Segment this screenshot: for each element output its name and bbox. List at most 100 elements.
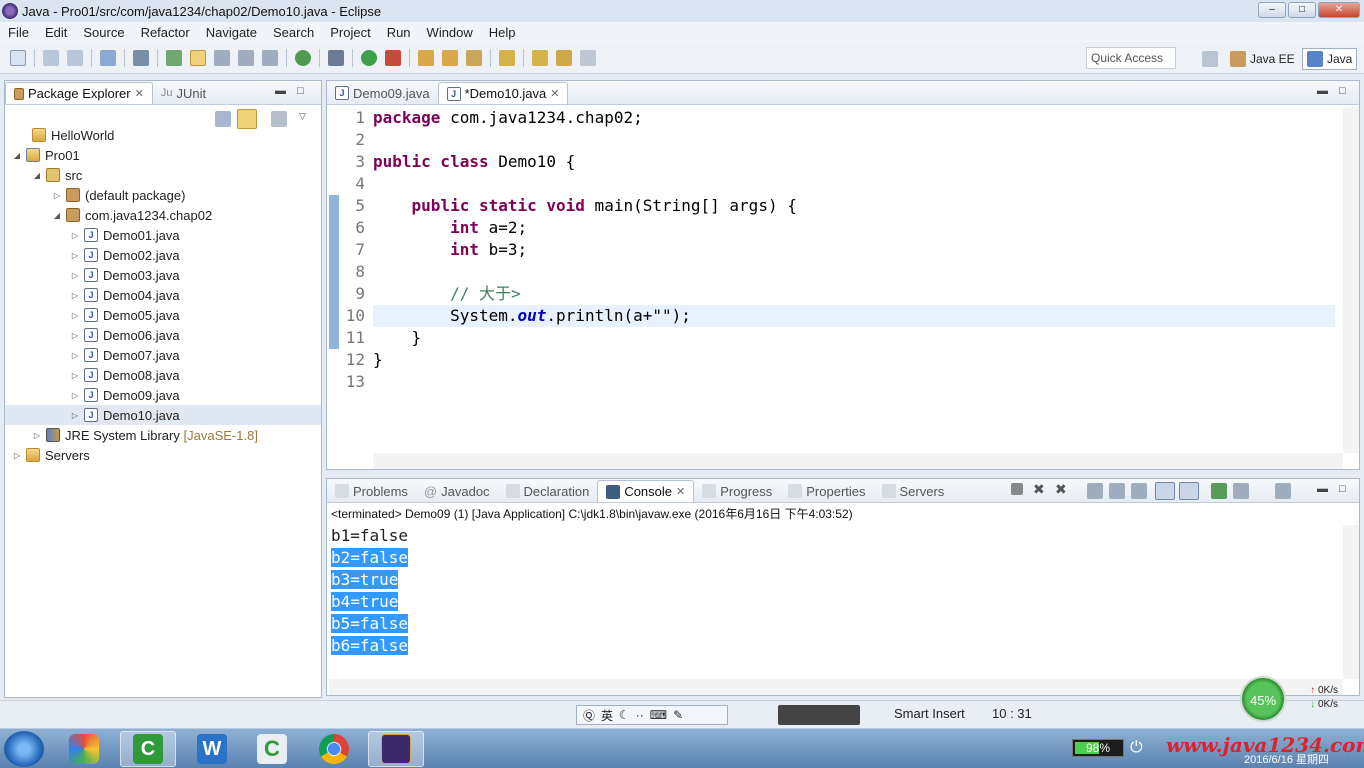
toggle-mark-icon[interactable] — [190, 49, 206, 66]
scroll-lock-icon[interactable] — [1109, 483, 1125, 499]
minimize-view-icon[interactable]: ▬ — [1317, 483, 1328, 495]
menu-navigate[interactable]: Navigate — [198, 25, 265, 40]
tree-item-demo03[interactable]: ▷ J Demo03.java — [5, 265, 321, 285]
open-folder-icon[interactable] — [442, 49, 458, 66]
tree-item-jre[interactable]: ▷ JRE System Library [JavaSE-1.8] — [5, 425, 321, 445]
tab-problems[interactable]: Problems — [327, 480, 416, 502]
search-tool-icon[interactable] — [466, 49, 482, 66]
pin-console-icon[interactable] — [1211, 483, 1227, 499]
view-menu-icon[interactable]: ▽ — [299, 111, 306, 122]
display-console-icon[interactable] — [1233, 483, 1249, 499]
menu-refactor[interactable]: Refactor — [133, 25, 198, 40]
collapse-icon[interactable]: ▷ — [69, 371, 81, 380]
forward-icon[interactable] — [580, 49, 596, 66]
collapse-icon[interactable]: ▷ — [69, 251, 81, 260]
menu-file[interactable]: File — [0, 25, 37, 40]
tree-item-demo01[interactable]: ▷ J Demo01.java — [5, 225, 321, 245]
tree-item-src[interactable]: ◢ src — [5, 165, 321, 185]
collapse-icon[interactable]: ▷ — [69, 291, 81, 300]
collapse-icon[interactable]: ▷ — [69, 231, 81, 240]
menu-search[interactable]: Search — [265, 25, 322, 40]
quick-access-input[interactable]: Quick Access — [1086, 47, 1176, 69]
taskbar-app-camtasia[interactable]: C — [120, 731, 176, 767]
tab-junit[interactable]: Ju JUnit — [153, 82, 214, 104]
open-perspective-button[interactable] — [1198, 48, 1222, 70]
editor-horizontal-scrollbar[interactable] — [373, 453, 1343, 469]
debug-icon[interactable] — [328, 49, 344, 66]
show-whitespace-icon[interactable] — [262, 49, 278, 66]
tree-item-servers[interactable]: ▷ Servers — [5, 445, 321, 465]
last-edit-icon[interactable] — [532, 49, 548, 66]
tree-item-demo05[interactable]: ▷ J Demo05.java — [5, 305, 321, 325]
editor-vertical-scrollbar[interactable] — [1343, 107, 1359, 453]
console-vertical-scrollbar[interactable] — [1343, 525, 1359, 679]
minimize-view-icon[interactable]: ▬ — [1317, 85, 1328, 97]
minimize-view-icon[interactable]: ▬ — [275, 85, 286, 97]
tab-javadoc[interactable]: @ Javadoc — [416, 480, 498, 502]
taskbar-app-camtasia-recorder[interactable]: C — [244, 731, 300, 767]
ime-secondary-toolbar[interactable] — [778, 705, 860, 725]
show-stderr-icon[interactable] — [1179, 482, 1199, 500]
expand-icon[interactable]: ◢ — [51, 211, 63, 220]
tree-item-demo09[interactable]: ▷ J Demo09.java — [5, 385, 321, 405]
tab-servers[interactable]: Servers — [874, 480, 953, 502]
collapse-icon[interactable]: ▷ — [69, 271, 81, 280]
tab-progress[interactable]: Progress — [694, 480, 780, 502]
new-icon[interactable] — [10, 49, 26, 66]
open-type-icon[interactable] — [166, 49, 182, 66]
network-monitor[interactable]: 45% — [1240, 676, 1286, 722]
save-icon[interactable] — [43, 49, 59, 66]
new-package-icon[interactable] — [418, 49, 434, 66]
expand-icon[interactable]: ◢ — [31, 171, 43, 180]
console-output[interactable]: b1=false b2=false b3=true b4=true b5=fal… — [331, 525, 409, 657]
tree-item-helloworld[interactable]: HelloWorld — [5, 125, 321, 145]
maximize-button[interactable]: □ — [1288, 2, 1316, 18]
remove-all-icon[interactable]: ✖ — [1055, 481, 1067, 498]
close-icon[interactable]: ✕ — [135, 87, 144, 100]
back-icon[interactable] — [556, 49, 572, 66]
menu-help[interactable]: Help — [481, 25, 524, 40]
tab-package-explorer[interactable]: Package Explorer ✕ — [5, 82, 153, 104]
collapse-icon[interactable]: ▷ — [69, 331, 81, 340]
taskbar-app-eclipse[interactable] — [368, 731, 424, 767]
collapse-icon[interactable]: ▷ — [11, 451, 23, 460]
print-icon[interactable] — [100, 49, 116, 66]
maximize-view-icon[interactable]: □ — [1339, 483, 1346, 495]
save-all-icon[interactable] — [67, 49, 83, 66]
start-button[interactable] — [4, 731, 44, 767]
tree-item-demo07[interactable]: ▷ J Demo07.java — [5, 345, 321, 365]
system-clock[interactable]: 2016/6/16 星期四 — [1244, 751, 1329, 767]
menu-run[interactable]: Run — [379, 25, 419, 40]
expand-icon[interactable]: ◢ — [11, 151, 23, 160]
battery-indicator[interactable]: 98% — [1072, 739, 1124, 757]
menu-window[interactable]: Window — [419, 25, 481, 40]
close-icon[interactable]: ✕ — [676, 485, 685, 498]
word-wrap-icon[interactable] — [1131, 483, 1147, 499]
collapse-icon[interactable]: ▷ — [69, 351, 81, 360]
taskbar-app-launcher[interactable] — [56, 731, 112, 767]
tree-item-pro01[interactable]: ◢ Pro01 — [5, 145, 321, 165]
menu-project[interactable]: Project — [322, 25, 378, 40]
tree-item-demo08[interactable]: ▷ J Demo08.java — [5, 365, 321, 385]
tree-item-demo04[interactable]: ▷ J Demo04.java — [5, 285, 321, 305]
collapse-icon[interactable]: ▷ — [69, 391, 81, 400]
tree-item-default-package[interactable]: ▷ (default package) — [5, 185, 321, 205]
external-tools-icon[interactable] — [385, 49, 401, 66]
refresh-icon[interactable] — [295, 49, 311, 66]
taskbar-app-wps[interactable]: W — [184, 731, 240, 767]
run-icon[interactable] — [361, 49, 377, 66]
tab-demo10[interactable]: J *Demo10.java ✕ — [437, 82, 569, 104]
open-console-icon[interactable] — [1275, 483, 1291, 499]
terminate-icon[interactable] — [1011, 483, 1023, 495]
collapse-icon[interactable]: ▷ — [31, 431, 43, 440]
menu-edit[interactable]: Edit — [37, 25, 75, 40]
collapse-icon[interactable]: ▷ — [69, 311, 81, 320]
toggle-whitespace-icon[interactable] — [214, 49, 230, 66]
ime-toolbar[interactable]: Ⓠ 英 ☾ ·· ⌨ ✎ — [576, 705, 728, 725]
maximize-view-icon[interactable]: □ — [297, 85, 304, 97]
tree-item-demo10[interactable]: ▷ J Demo10.java — [5, 405, 321, 425]
tree-item-demo06[interactable]: ▷ J Demo06.java — [5, 325, 321, 345]
skip-breakpoints-icon[interactable] — [133, 49, 149, 66]
menu-source[interactable]: Source — [75, 25, 132, 40]
tab-properties[interactable]: Properties — [780, 480, 873, 502]
